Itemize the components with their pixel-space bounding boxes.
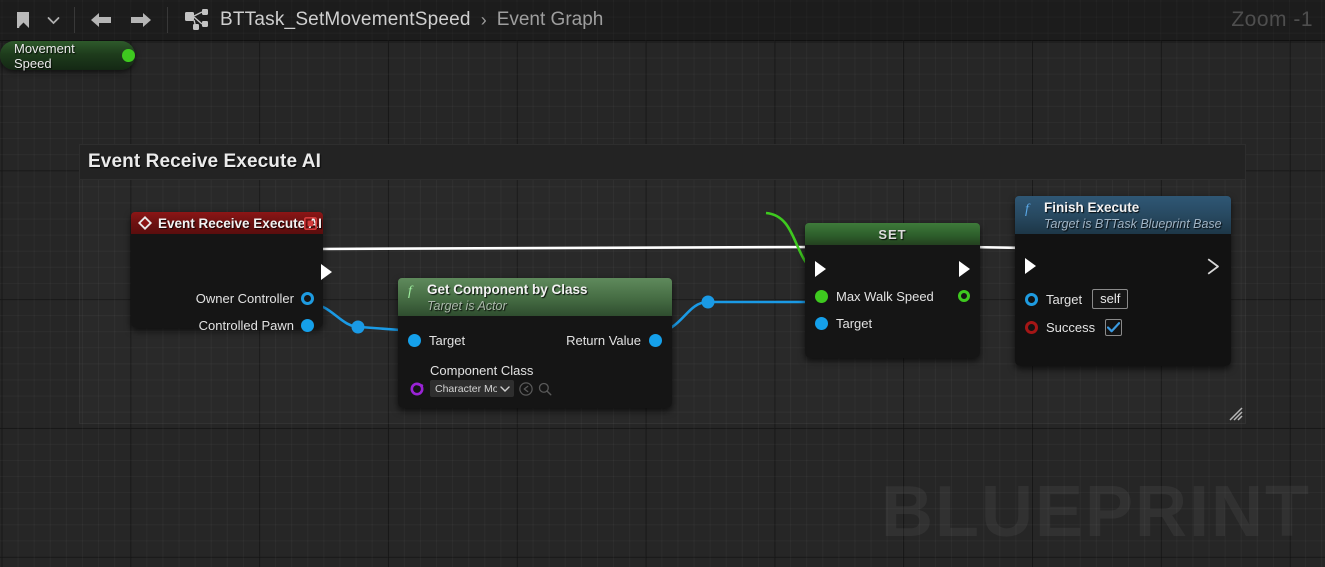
pin-label: Controlled Pawn (198, 318, 294, 333)
search-icon[interactable] (538, 382, 552, 396)
pin-target[interactable]: Target (815, 316, 872, 331)
component-class-controls[interactable]: Character Movem (430, 380, 552, 397)
component-class-pin[interactable] (410, 382, 424, 396)
node-body: Max Walk Speed Target (805, 245, 980, 358)
pin-label: Target (1046, 291, 1083, 307)
arrow-right-icon (131, 13, 151, 27)
comment-box-header[interactable]: Event Receive Execute AI (79, 144, 1246, 180)
node-subtitle: Target is Actor (427, 298, 507, 313)
component-class-dropdown[interactable]: Character Movem (430, 380, 514, 397)
variable-label: Movement Speed (14, 41, 75, 71)
comment-resize-handle[interactable] (1229, 407, 1243, 421)
pin-label: Owner Controller (195, 291, 294, 306)
component-class-value: Character Movem (435, 382, 497, 395)
toolbar-divider-1 (74, 7, 75, 33)
object-pin-icon[interactable] (815, 317, 828, 330)
exec-output-pin[interactable] (321, 264, 332, 280)
pin-label: Component Class (430, 363, 534, 378)
graph-canvas[interactable]: BLUEPRINT Event Receive Execute AI Event… (0, 41, 1325, 567)
object-pin-icon[interactable] (1025, 292, 1038, 306)
pin-target[interactable]: Target (408, 333, 465, 348)
svg-text:f: f (1025, 202, 1031, 216)
breadcrumb-current[interactable]: Event Graph (497, 9, 604, 31)
node-set-max-walk-speed[interactable]: SET Max Walk Speed Target (805, 223, 980, 358)
function-f-icon: f (1025, 202, 1031, 216)
top-toolbar: BTTask_SetMovementSpeed › Event Graph Zo… (0, 0, 1325, 41)
breadcrumb-separator-icon: › (480, 9, 487, 30)
pin-label: Success (1046, 320, 1096, 335)
chevron-down-icon (500, 385, 510, 392)
object-pin-icon[interactable] (301, 319, 314, 332)
blueprint-graph-icon (185, 9, 208, 30)
node-body: Owner Controller Controlled Pawn (131, 234, 332, 333)
pin-success[interactable]: Success (1025, 319, 1123, 336)
bookmark-dropdown-button[interactable] (38, 5, 68, 35)
delegate-pin-icon[interactable] (304, 217, 317, 230)
comment-box-title: Event Receive Execute AI (88, 151, 321, 172)
node-header[interactable]: Event Receive Execute AI (131, 212, 323, 234)
exec-output-pin[interactable] (1207, 258, 1220, 275)
arrow-left-icon (91, 13, 111, 27)
node-subtitle: Target is BTTask Blueprint Base (1044, 216, 1222, 231)
pin-controlled-pawn[interactable]: Controlled Pawn (199, 318, 314, 333)
node-title: Finish Execute (1044, 200, 1140, 215)
object-pin-icon[interactable] (649, 334, 662, 347)
check-icon (1107, 322, 1121, 333)
object-pin-icon[interactable] (408, 334, 421, 347)
node-title: Event Receive Execute AI (158, 215, 322, 231)
function-f-icon: f (408, 284, 414, 298)
event-diamond-icon (138, 216, 152, 230)
blueprint-watermark: BLUEPRINT (881, 472, 1311, 552)
reset-arrow-icon[interactable] (519, 381, 533, 396)
target-value-field[interactable]: self (1092, 289, 1129, 309)
node-header[interactable]: f Finish Execute Target is BTTask Bluepr… (1015, 196, 1231, 234)
back-button[interactable] (81, 5, 121, 35)
bookmark-button[interactable] (8, 5, 38, 35)
pin-max-walk-speed[interactable]: Max Walk Speed (815, 289, 934, 304)
node-get-component-by-class[interactable]: f Get Component by Class Target is Actor… (398, 278, 672, 408)
node-header[interactable]: SET (805, 223, 980, 245)
float-output-pin[interactable] (122, 49, 135, 62)
pin-label: Target (836, 316, 873, 331)
forward-button[interactable] (121, 5, 161, 35)
node-finish-execute[interactable]: f Finish Execute Target is BTTask Bluepr… (1015, 196, 1231, 366)
graph-icon-wrap (184, 8, 210, 32)
pin-label: Max Walk Speed (836, 289, 934, 304)
bookmark-icon (16, 12, 29, 28)
node-body: Target Return Value Component Class Char… (398, 316, 672, 408)
pin-max-walk-speed-out[interactable] (958, 290, 970, 302)
node-header[interactable]: f Get Component by Class Target is Actor (398, 278, 672, 316)
exec-input-pin[interactable] (1025, 258, 1036, 274)
toolbar-divider-2 (167, 7, 168, 33)
chevron-down-icon (47, 16, 59, 24)
svg-text:f: f (408, 284, 414, 298)
pin-target[interactable]: Target self (1025, 289, 1129, 309)
pin-label: Target (429, 333, 466, 348)
exec-input-pin[interactable] (815, 261, 826, 277)
component-class-label-row: Component Class (430, 363, 533, 378)
exec-output-pin[interactable] (959, 261, 970, 277)
float-pin-icon[interactable] (958, 290, 970, 302)
zoom-level-label: Zoom -1 (1231, 8, 1313, 31)
float-pin-icon[interactable] (815, 290, 828, 303)
boolean-pin-icon[interactable] (1025, 321, 1038, 334)
success-checkbox[interactable] (1105, 319, 1123, 336)
class-pin-icon[interactable] (410, 382, 424, 396)
node-movement-speed-getter[interactable]: Movement Speed (0, 41, 135, 71)
pin-label: Return Value (566, 333, 641, 348)
breadcrumb-root[interactable]: BTTask_SetMovementSpeed (220, 9, 471, 31)
pin-owner-controller[interactable]: Owner Controller (196, 291, 314, 306)
pin-return-value[interactable]: Return Value (566, 333, 662, 348)
node-body: Target self Success (1015, 234, 1231, 366)
blueprint-editor-window: BTTask_SetMovementSpeed › Event Graph Zo… (0, 0, 1325, 567)
node-title: SET (878, 226, 907, 242)
exec-pin-hollow-icon[interactable] (1207, 258, 1220, 275)
node-event-receive-execute-ai[interactable]: Event Receive Execute AI Owner Controlle… (131, 212, 332, 333)
object-pin-icon[interactable] (301, 292, 314, 305)
node-title: Get Component by Class (427, 282, 588, 297)
